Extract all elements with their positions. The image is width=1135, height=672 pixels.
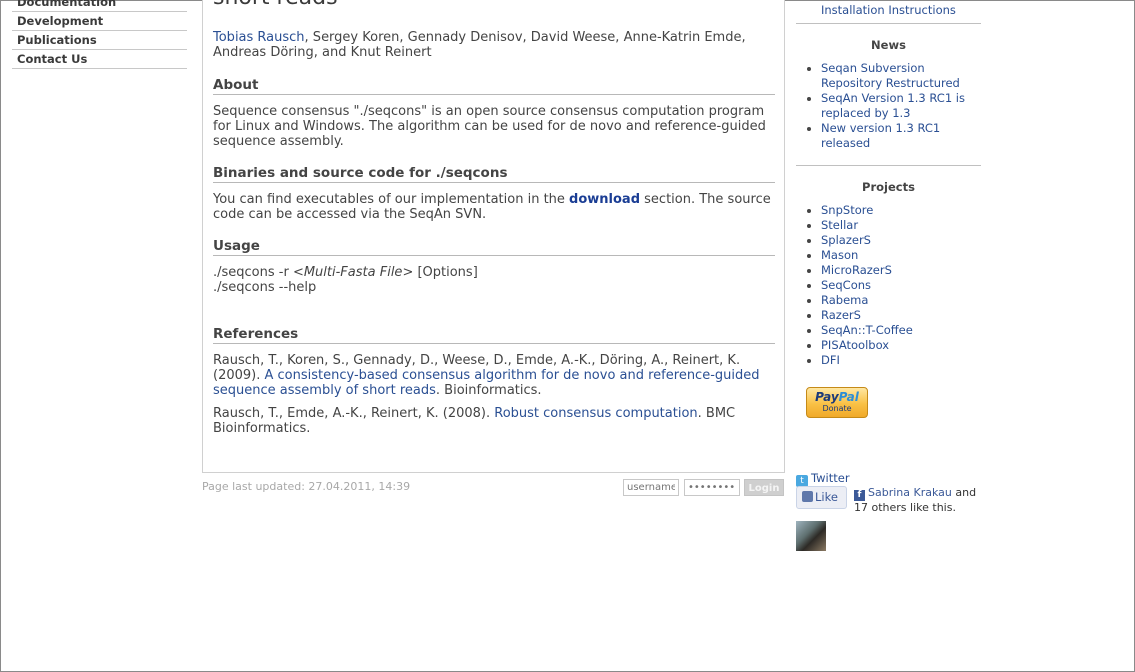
paypal-logo-b: Pal: [838, 390, 859, 404]
project-item[interactable]: Mason: [796, 248, 981, 263]
reference-2: Rausch, T., Emde, A.-K., Reinert, K. (20…: [213, 406, 773, 436]
main-content: short reads Tobias Rausch, Sergey Koren,…: [202, 0, 785, 473]
paypal-logo: PayPal: [807, 390, 867, 404]
usage-block: ./seqcons -r <Multi-Fasta File> [Options…: [213, 265, 773, 295]
last-updated-text: Page last updated: 27.04.2011, 14:39: [202, 480, 411, 493]
nav-item-documentation[interactable]: Documentation: [12, 0, 187, 12]
author-link[interactable]: Tobias Rausch: [213, 30, 305, 45]
project-item[interactable]: SeqAn::T-Coffee: [796, 323, 981, 338]
facebook-friend-link[interactable]: Sabrina Krakau: [868, 486, 952, 499]
nav-item-development[interactable]: Development: [12, 12, 187, 31]
username-input[interactable]: [623, 479, 679, 496]
usage-line1-arg: Multi-Fasta File: [303, 265, 403, 280]
news-item[interactable]: Seqan Subversion Repository Restructured: [796, 61, 981, 91]
password-input[interactable]: [684, 479, 740, 496]
projects-list: SnpStore Stellar SplazerS Mason MicroRaz…: [796, 203, 981, 368]
binaries-text: You can find executables of our implemen…: [213, 192, 773, 222]
paypal-logo-a: Pay: [815, 390, 839, 404]
about-heading: About: [213, 77, 775, 95]
installation-instructions-link[interactable]: Installation Instructions: [821, 3, 956, 18]
project-item[interactable]: Stellar: [796, 218, 981, 233]
download-link[interactable]: download: [569, 192, 640, 207]
usage-line1-rest: > [Options]: [402, 265, 478, 280]
facebook-icon: f: [854, 490, 865, 501]
nav-item-publications[interactable]: Publications: [12, 31, 187, 50]
news-item[interactable]: SeqAn Version 1.3 RC1 is replaced by 1.3: [796, 91, 981, 121]
project-item[interactable]: SnpStore: [796, 203, 981, 218]
nav-item-contact-us[interactable]: Contact Us: [12, 50, 187, 69]
usage-line1-cmd: ./seqcons -r <: [213, 265, 304, 280]
project-item[interactable]: MicroRazerS: [796, 263, 981, 278]
binaries-heading: Binaries and source code for ./seqcons: [213, 165, 775, 183]
facebook-like-text: f Sabrina Krakau and 17 others like this.: [854, 486, 984, 515]
sidebar-divider: [796, 165, 981, 166]
paypal-donate-button[interactable]: PayPal Donate: [806, 387, 868, 418]
twitter-link[interactable]: t Twitter: [796, 471, 850, 487]
project-item[interactable]: RazerS: [796, 308, 981, 323]
ref2-authors: Rausch, T., Emde, A.-K., Reinert, K. (20…: [213, 406, 495, 421]
project-item[interactable]: DFI: [796, 353, 981, 368]
ref1-journal: . Bioinformatics.: [435, 383, 542, 398]
projects-heading: Projects: [862, 180, 915, 194]
thumbs-up-icon: [802, 491, 813, 502]
like-label: Like: [815, 490, 838, 504]
project-item[interactable]: Rabema: [796, 293, 981, 308]
author-list: Tobias Rausch, Sergey Koren, Gennady Den…: [213, 30, 778, 60]
paypal-donate-label: Donate: [822, 404, 852, 413]
avatar[interactable]: [796, 521, 826, 551]
sidebar-divider: [796, 23, 981, 24]
news-heading: News: [871, 38, 906, 52]
binaries-text-before: You can find executables of our implemen…: [213, 192, 570, 207]
left-navigation: Documentation Development Publications C…: [12, 0, 187, 69]
project-item[interactable]: SplazerS: [796, 233, 981, 248]
references-heading: References: [213, 326, 775, 344]
news-item[interactable]: New version 1.3 RC1 released: [796, 121, 981, 151]
facebook-like-button[interactable]: Like: [796, 486, 847, 509]
page-title: short reads: [213, 0, 338, 10]
usage-heading: Usage: [213, 238, 775, 256]
news-list: Seqan Subversion Repository Restructured…: [796, 61, 981, 151]
project-item[interactable]: SeqCons: [796, 278, 981, 293]
project-item[interactable]: PISAtoolbox: [796, 338, 981, 353]
usage-line2: ./seqcons --help: [213, 280, 317, 295]
ref2-title-link[interactable]: Robust consensus computation: [494, 406, 697, 421]
about-text: Sequence consensus "./seqcons" is an ope…: [213, 104, 766, 149]
reference-1: Rausch, T., Koren, S., Gennady, D., Wees…: [213, 353, 773, 398]
login-button[interactable]: Login: [744, 479, 784, 496]
twitter-label: Twitter: [811, 471, 850, 485]
